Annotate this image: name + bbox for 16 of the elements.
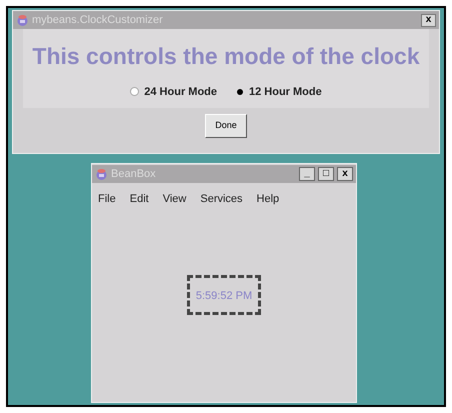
cup-icon — [95, 168, 108, 180]
menu-item[interactable]: Services — [200, 191, 243, 208]
menu-item[interactable]: Edit — [130, 191, 149, 208]
mode-radio[interactable]: 24 Hour Mode — [130, 84, 217, 100]
menu-item[interactable]: View — [162, 191, 186, 208]
window-control-button[interactable]: □ — [318, 167, 334, 181]
clock-time: 5:59:52 PM — [196, 290, 252, 302]
menu-item[interactable]: File — [98, 191, 116, 208]
window-control-button[interactable]: x — [337, 167, 353, 181]
heading: This controls the mode of the clock — [32, 42, 420, 71]
done-button[interactable]: Done — [205, 114, 247, 138]
menu-item[interactable]: Help — [256, 191, 280, 208]
cup-icon — [16, 14, 29, 26]
window-control-button[interactable]: _ — [299, 167, 315, 181]
mode-radio[interactable]: 12 Hour Mode — [235, 84, 322, 100]
close-button[interactable]: x — [421, 14, 436, 26]
